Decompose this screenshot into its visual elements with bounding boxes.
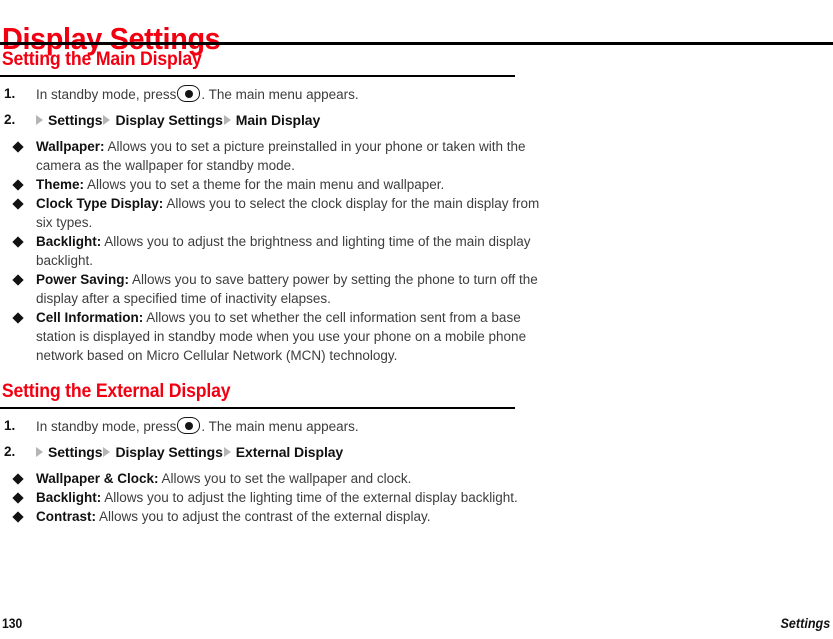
- step-number: 1.: [4, 418, 16, 433]
- list-item: Wallpaper & Clock: Allows you to set the…: [0, 469, 548, 488]
- diamond-bullet-icon: [12, 312, 24, 324]
- step-number: 2.: [4, 444, 16, 459]
- feature-description: Allows you to adjust the brightness and …: [36, 234, 531, 268]
- step-2: 2. Settings Display Settings Main Display: [0, 111, 560, 130]
- menu-path: Settings Display Settings External Display: [36, 444, 343, 460]
- feature-label: Theme:: [36, 177, 85, 192]
- feature-label: Wallpaper & Clock:: [36, 471, 159, 486]
- diamond-bullet-icon: [12, 492, 24, 504]
- step-text-before-icon: In standby mode, press: [36, 87, 177, 102]
- menu-path-item-2[interactable]: Display Settings: [115, 444, 222, 460]
- section-heading: Setting the Main Display: [1, 49, 202, 70]
- menu-path-item-3[interactable]: Main Display: [236, 112, 320, 128]
- feature-label: Backlight:: [36, 490, 102, 505]
- list-item: Wallpaper: Allows you to set a picture p…: [0, 137, 548, 175]
- list-item: Contrast: Allows you to adjust the contr…: [0, 507, 548, 526]
- triangle-right-icon: [36, 447, 43, 457]
- step-1: 1. In standby mode, press . The main menu…: [0, 85, 560, 104]
- step-text-before-icon: In standby mode, press: [36, 419, 177, 434]
- step-1: 1. In standby mode, press . The main menu…: [0, 417, 560, 436]
- triangle-right-icon: [103, 115, 111, 125]
- feature-label: Backlight:: [36, 234, 102, 249]
- footer-section-name: Settings: [780, 615, 830, 631]
- feature-label: Contrast:: [36, 509, 96, 524]
- manual-page: Display Settings Setting the Main Displa…: [0, 0, 833, 639]
- list-item: Backlight: Allows you to adjust the brig…: [0, 232, 548, 270]
- triangle-right-icon: [103, 447, 111, 457]
- list-item: Theme: Allows you to set a theme for the…: [0, 175, 548, 194]
- menu-path-item-1[interactable]: Settings: [48, 444, 103, 460]
- feature-label: Cell Information:: [36, 310, 144, 325]
- step-text-after-icon: . The main menu appears.: [201, 87, 359, 102]
- menu-path-item-1[interactable]: Settings: [48, 112, 103, 128]
- feature-list-main: Wallpaper: Allows you to set a picture p…: [0, 137, 560, 365]
- section-heading: Setting the External Display: [1, 381, 231, 402]
- feature-description: Allows you to adjust the lighting time o…: [104, 490, 518, 505]
- center-select-key-icon: [177, 85, 201, 102]
- diamond-bullet-icon: [12, 198, 24, 210]
- section-main-display: Setting the Main Display 1. In standby m…: [0, 48, 560, 365]
- feature-description: Allows you to set a picture preinstalled…: [36, 139, 526, 173]
- menu-path: Settings Display Settings Main Display: [36, 112, 320, 128]
- diamond-bullet-icon: [12, 141, 24, 153]
- triangle-right-icon: [223, 447, 231, 457]
- step-text-after-icon: . The main menu appears.: [201, 419, 359, 434]
- section-divider: [0, 75, 515, 77]
- menu-path-item-2[interactable]: Display Settings: [115, 112, 222, 128]
- diamond-bullet-icon: [12, 511, 24, 523]
- list-item: Power Saving: Allows you to save battery…: [0, 270, 548, 308]
- diamond-bullet-icon: [12, 236, 24, 248]
- title-divider: [0, 42, 833, 45]
- list-item: Backlight: Allows you to adjust the ligh…: [0, 488, 548, 507]
- step-number: 1.: [4, 86, 16, 101]
- step-number: 2.: [4, 112, 16, 127]
- step-2: 2. Settings Display Settings External Disp…: [0, 443, 560, 462]
- list-item: Cell Information: Allows you to set whet…: [0, 308, 548, 365]
- feature-description: Allows you to adjust the contrast of the…: [99, 509, 431, 524]
- section-external-display: Setting the External Display 1. In stand…: [0, 380, 560, 526]
- list-item: Clock Type Display: Allows you to select…: [0, 194, 548, 232]
- feature-description: Allows you to set a theme for the main m…: [87, 177, 445, 192]
- feature-list-external: Wallpaper & Clock: Allows you to set the…: [0, 469, 560, 526]
- feature-label: Power Saving:: [36, 272, 130, 287]
- triangle-right-icon: [223, 115, 231, 125]
- page-content: Setting the Main Display 1. In standby m…: [0, 48, 560, 526]
- feature-label: Clock Type Display:: [36, 196, 164, 211]
- page-number: 130: [2, 616, 23, 631]
- diamond-bullet-icon: [12, 179, 24, 191]
- menu-path-item-3[interactable]: External Display: [236, 444, 343, 460]
- feature-description: Allows you to set the wallpaper and cloc…: [161, 471, 412, 486]
- diamond-bullet-icon: [12, 473, 24, 485]
- diamond-bullet-icon: [12, 274, 24, 286]
- center-select-key-icon: [177, 417, 201, 434]
- triangle-right-icon: [36, 115, 43, 125]
- section-divider: [0, 407, 515, 409]
- feature-label: Wallpaper:: [36, 139, 105, 154]
